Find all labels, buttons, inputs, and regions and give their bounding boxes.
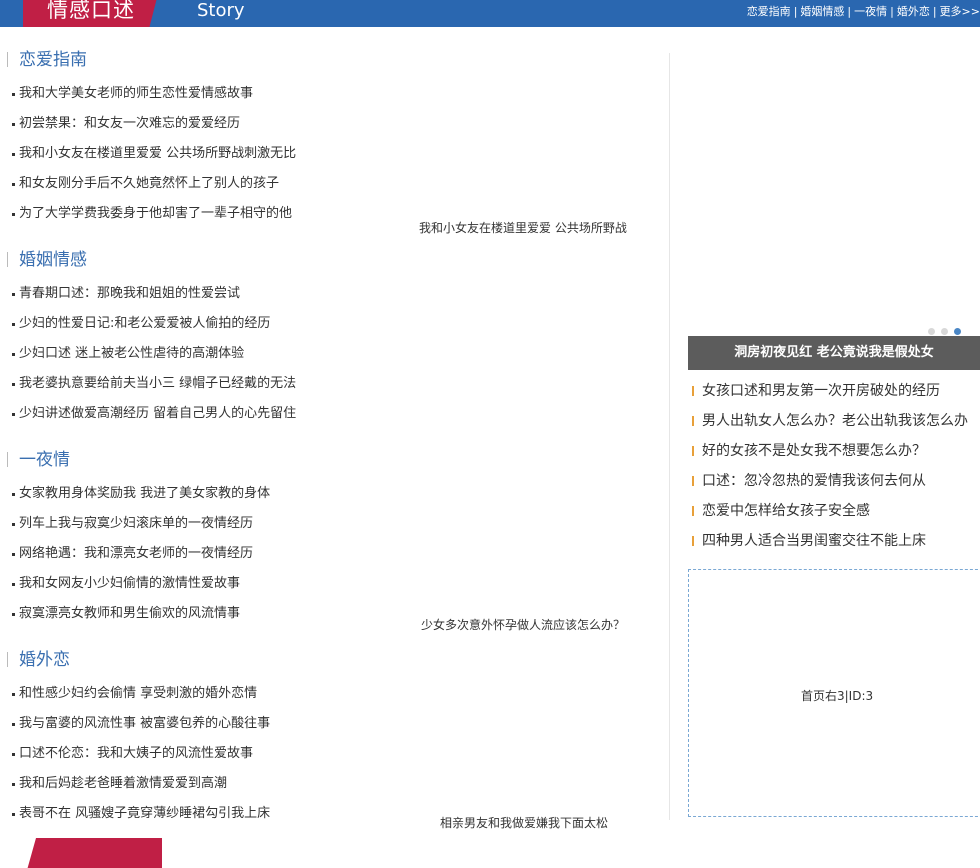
brand-tab: 情感口述 (23, 0, 159, 27)
list-item[interactable]: 初尝禁果：和女友一次难忘的爱爱经历 (7, 109, 357, 139)
list-item[interactable]: 女家教用身体奖励我 我进了美女家教的身体 (7, 479, 357, 509)
carousel-dot-active[interactable] (954, 328, 961, 335)
list-item[interactable]: 我和女网友小少妇偷情的激情性爱故事 (7, 569, 357, 599)
list-item[interactable]: 口述：忽冷忽热的爱情我该何去何从 (688, 466, 980, 496)
list-item[interactable]: 我和小女友在楼道里爱爱 公共场所野战刺激无比 (7, 139, 357, 169)
list-item[interactable]: 和性感少妇约会偷情 享受刺激的婚外恋情 (7, 679, 357, 709)
section-love-guide: 恋爱指南 我和大学美女老师的师生恋性爱情感故事 初尝禁果：和女友一次难忘的爱爱经… (7, 49, 357, 229)
image-caption[interactable]: 少女多次意外怀孕做人流应该怎么办？ (421, 616, 625, 633)
list-item[interactable]: 我和后妈趁老爸睡着激情爱爱到高潮 (7, 769, 357, 799)
link-marriage[interactable]: 婚姻情感 (800, 5, 844, 18)
list-item[interactable]: 四种男人适合当男闺蜜交往不能上床 (688, 526, 980, 556)
section-title[interactable]: 恋爱指南 (7, 49, 357, 71)
ad-placeholder[interactable]: 首页右3|ID:3 (688, 569, 980, 817)
list-item[interactable]: 男人出轨女人怎么办？老公出轨我该怎么办 (688, 406, 980, 436)
list-item[interactable]: 我与富婆的风流性事 被富婆包养的心酸往事 (7, 709, 357, 739)
right-list: 女孩口述和男友第一次开房破处的经历 男人出轨女人怎么办？老公出轨我该怎么办 好的… (688, 376, 980, 556)
carousel-dot[interactable] (941, 328, 948, 335)
brand-title-en: Story (197, 0, 245, 21)
list-item[interactable]: 网络艳遇：我和漂亮女老师的一夜情经历 (7, 539, 357, 569)
brand-title-cn: 情感口述 (47, 0, 135, 22)
category-links: 恋爱指南 | 婚姻情感 | 一夜情 | 婚外恋 | 更多>> (746, 5, 980, 18)
list-item[interactable]: 列车上我与寂寞少妇滚床单的一夜情经历 (7, 509, 357, 539)
list-item[interactable]: 寂寞漂亮女教师和男生偷欢的风流情事 (7, 599, 357, 629)
carousel-caption[interactable]: 洞房初夜见红 老公竟说我是假处女 (688, 336, 980, 370)
section-title[interactable]: 婚姻情感 (7, 249, 357, 271)
list-item[interactable]: 和女友刚分手后不久她竟然怀上了别人的孩子 (7, 169, 357, 199)
list-item[interactable]: 恋爱中怎样给女孩子安全感 (688, 496, 980, 526)
next-section-tab (27, 838, 162, 868)
section-marriage: 婚姻情感 青春期口述：那晚我和姐姐的性爱尝试 少妇的性爱日记:和老公爱爱被人偷拍… (7, 249, 357, 429)
link-one-night[interactable]: 一夜情 (854, 5, 887, 18)
column-divider (669, 53, 670, 820)
list-item[interactable]: 口述不伦恋：我和大姨子的风流性爱故事 (7, 739, 357, 769)
list-item[interactable]: 为了大学学费我委身于他却害了一辈子相守的他 (7, 199, 357, 229)
section-affair: 婚外恋 和性感少妇约会偷情 享受刺激的婚外恋情 我与富婆的风流性事 被富婆包养的… (7, 649, 357, 829)
list-item[interactable]: 少妇口述 迷上被老公性虐待的高潮体验 (7, 339, 357, 369)
section-one-night: 一夜情 女家教用身体奖励我 我进了美女家教的身体 列车上我与寂寞少妇滚床单的一夜… (7, 449, 357, 629)
list-item[interactable]: 青春期口述：那晚我和姐姐的性爱尝试 (7, 279, 357, 309)
carousel-dot[interactable] (928, 328, 935, 335)
section-title[interactable]: 婚外恋 (7, 649, 357, 671)
list-item[interactable]: 我和大学美女老师的师生恋性爱情感故事 (7, 79, 357, 109)
link-more[interactable]: 更多>> (940, 5, 980, 18)
link-affair[interactable]: 婚外恋 (897, 5, 930, 18)
list-item[interactable]: 女孩口述和男友第一次开房破处的经历 (688, 376, 980, 406)
list-item[interactable]: 少妇的性爱日记:和老公爱爱被人偷拍的经历 (7, 309, 357, 339)
list-item[interactable]: 少妇讲述做爱高潮经历 留着自己男人的心先留住 (7, 399, 357, 429)
top-nav-bar: 情感口述 Story 恋爱指南 | 婚姻情感 | 一夜情 | 婚外恋 | 更多>> (0, 0, 980, 27)
image-caption[interactable]: 我和小女友在楼道里爱爱 公共场所野战 (419, 219, 627, 236)
link-love-guide[interactable]: 恋爱指南 (747, 5, 791, 18)
image-caption[interactable]: 相亲男友和我做爱嫌我下面太松 (440, 814, 608, 831)
section-title[interactable]: 一夜情 (7, 449, 357, 471)
list-item[interactable]: 我老婆执意要给前夫当小三 绿帽子已经戴的无法 (7, 369, 357, 399)
ad-label: 首页右3|ID:3 (801, 689, 874, 703)
list-item[interactable]: 好的女孩不是处女我不想要怎么办？ (688, 436, 980, 466)
list-item[interactable]: 表哥不在 风骚嫂子竟穿薄纱睡裙勾引我上床 (7, 799, 357, 829)
